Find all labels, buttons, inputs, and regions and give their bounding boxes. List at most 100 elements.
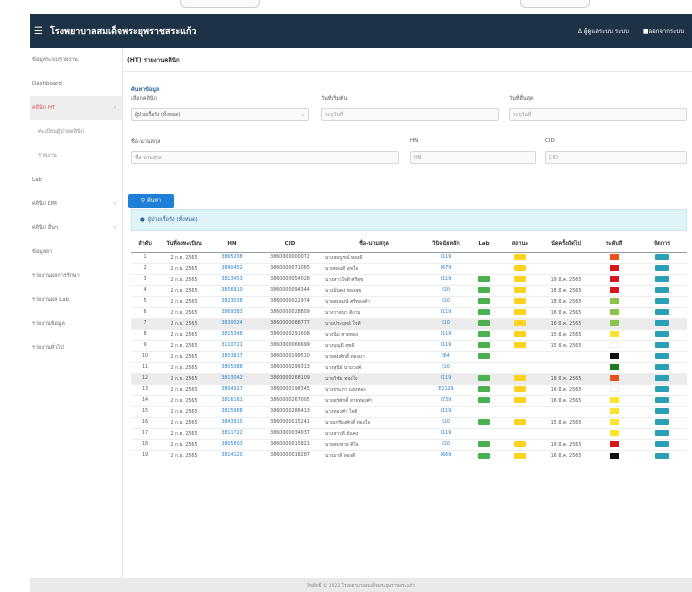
column-header[interactable]: CID bbox=[255, 236, 325, 253]
edit-button[interactable] bbox=[655, 320, 669, 327]
user-menu[interactable]: Δ ผู้ดูแลระบบ ระบบ bbox=[578, 26, 629, 36]
column-header[interactable]: Lab bbox=[469, 236, 499, 253]
edit-button[interactable] bbox=[655, 353, 669, 360]
lab-badge[interactable] bbox=[478, 353, 490, 360]
column-header[interactable]: วันที่ลงทะเบียน bbox=[159, 236, 209, 253]
cell-hn[interactable]: 3815348 bbox=[209, 328, 255, 340]
edit-button[interactable] bbox=[655, 397, 669, 404]
cell-hn[interactable]: 3856910 bbox=[209, 284, 255, 296]
sidebar-item[interactable]: ข้อมูลยา bbox=[30, 240, 122, 264]
edit-button[interactable] bbox=[655, 254, 669, 261]
cell-hn[interactable]: 3814120 bbox=[209, 449, 255, 461]
lab-badge[interactable] bbox=[478, 298, 490, 305]
sidebar-item[interactable]: รายงานทั่วไป bbox=[30, 336, 122, 360]
lab-badge[interactable] bbox=[478, 441, 490, 448]
sidebar-item[interactable]: ทะเบียนผู้ป่วยคลินิก bbox=[30, 120, 122, 144]
cell-hn[interactable]: 3803817 bbox=[209, 350, 255, 362]
cell-hn[interactable]: 3813042 bbox=[209, 372, 255, 384]
edit-button[interactable] bbox=[655, 298, 669, 305]
end-date-input[interactable]: ระบุวันที่ bbox=[509, 108, 687, 121]
table-row[interactable]: 52 ก.ย. 2565 3823038 3860000022974 นายสมพงษ… bbox=[131, 295, 687, 307]
sidebar-item[interactable]: Lab bbox=[30, 168, 122, 192]
table-row[interactable]: 17 2 ก.ย. 2565 3811722 3860000034037 นางสาวด… bbox=[131, 427, 687, 439]
table-row[interactable]: 14 2 ก.ย. 2565 3816161 3860000267005 นายสุรศ… bbox=[131, 394, 687, 406]
cell-hn[interactable]: 3110721 bbox=[209, 339, 255, 351]
search-button[interactable]: ⚲ ค้นหา bbox=[128, 194, 174, 208]
edit-button[interactable] bbox=[655, 430, 669, 437]
edit-button[interactable] bbox=[655, 386, 669, 393]
cell-hn[interactable]: 3823038 bbox=[209, 295, 255, 307]
column-header[interactable]: HN bbox=[209, 236, 255, 253]
cell-hn[interactable]: 3840452 bbox=[209, 262, 255, 274]
edit-button[interactable] bbox=[655, 364, 669, 371]
cid-input[interactable]: CID bbox=[545, 151, 687, 164]
lab-badge[interactable] bbox=[478, 309, 490, 316]
lab-badge[interactable] bbox=[478, 375, 490, 382]
sidebar-item[interactable]: Dashboard bbox=[30, 72, 122, 96]
lab-badge[interactable] bbox=[478, 320, 490, 327]
edit-button[interactable] bbox=[655, 452, 669, 459]
table-row[interactable]: 22 ก.ย. 2565 3840452 3860000071065 นายทองดี… bbox=[131, 262, 687, 274]
table-row[interactable]: 72 ก.ย. 2565 3830024 3860000088777 นายประยุ… bbox=[131, 317, 687, 329]
column-header[interactable]: ชื่อ-นามสกุล bbox=[325, 236, 423, 253]
cell-hn[interactable]: 3811722 bbox=[209, 427, 255, 439]
lab-badge[interactable] bbox=[478, 386, 490, 393]
cell-hn[interactable]: 3865208 bbox=[209, 251, 255, 263]
edit-button[interactable] bbox=[655, 265, 669, 272]
edit-button[interactable] bbox=[655, 309, 669, 316]
menu-toggle-icon[interactable]: ☰ bbox=[34, 26, 43, 37]
column-header[interactable]: สถานะ bbox=[499, 236, 541, 253]
column-header[interactable]: จัดการ bbox=[637, 236, 687, 253]
table-row[interactable]: 15 2 ก.ย. 2565 3815988 3860000286413 นางทองค… bbox=[131, 405, 687, 417]
hn-input[interactable]: HN bbox=[410, 151, 536, 164]
column-header[interactable]: วินิจฉัยหลัก bbox=[423, 236, 469, 253]
table-row[interactable]: 10 2 ก.ย. 2565 3803817 3860000199510 นายสมศั… bbox=[131, 350, 687, 362]
sidebar-item[interactable]: รายงานผลการรักษา bbox=[30, 264, 122, 288]
lab-badge[interactable] bbox=[478, 287, 490, 294]
clinic-select[interactable]: ผู้ป่วยเรื้อรัง (ทั้งหมด) ⌄ bbox=[131, 108, 309, 121]
table-row[interactable]: 42 ก.ย. 2565 3856910 3860000094344 นางมั่นค… bbox=[131, 284, 687, 296]
table-row[interactable]: 11 2 ก.ย. 2565 3805388 3860000299313 นางสุนี… bbox=[131, 361, 687, 373]
sidebar-item[interactable]: รายงาน bbox=[30, 144, 122, 168]
lab-badge[interactable] bbox=[478, 397, 490, 404]
column-header[interactable]: ลำดับ bbox=[131, 236, 159, 253]
lab-badge[interactable] bbox=[478, 342, 490, 349]
edit-button[interactable] bbox=[655, 408, 669, 415]
sidebar-item[interactable]: คลินิก HT ‹ bbox=[30, 96, 122, 120]
cell-hn[interactable]: 3843910 bbox=[209, 416, 255, 428]
sidebar-item[interactable]: รายงานผล Lab bbox=[30, 288, 122, 312]
column-header[interactable]: นัดครั้งถัดไป bbox=[541, 236, 591, 253]
lab-badge[interactable] bbox=[478, 276, 490, 283]
table-row[interactable]: 82 ก.ย. 2565 3815348 3860000291608 นางนิ่ม … bbox=[131, 328, 687, 340]
table-row[interactable]: 12 ก.ย. 2565 3865208 3860000000072 นางสมบูร… bbox=[131, 251, 687, 263]
cell-hn[interactable]: 3816161 bbox=[209, 394, 255, 406]
edit-button[interactable] bbox=[655, 419, 669, 426]
table-row[interactable]: 12 2 ก.ย. 2565 3813042 3860000268109 นายวิชั… bbox=[131, 372, 687, 384]
table-row[interactable]: 92 ก.ย. 2565 3110721 3860000066699 นางบุญมี… bbox=[131, 339, 687, 351]
table-row[interactable]: 62 ก.ย. 2565 3869383 3860000028809 นางวาสนา… bbox=[131, 306, 687, 318]
cell-hn[interactable]: 3813453 bbox=[209, 273, 255, 285]
sidebar-item[interactable]: รายงานข้อมูล bbox=[30, 312, 122, 336]
table-row[interactable]: 13 2 ก.ย. 2565 3804327 3860000198345 นางประภ… bbox=[131, 383, 687, 395]
name-input[interactable]: ชื่อ-นามสกุล bbox=[131, 151, 399, 164]
logout-link[interactable]: ■ออกจากระบบ bbox=[643, 26, 684, 36]
edit-button[interactable] bbox=[655, 375, 669, 382]
column-header[interactable]: ระดับสี bbox=[591, 236, 637, 253]
sidebar-item[interactable]: คลินิก DM ‹ bbox=[30, 192, 122, 216]
edit-button[interactable] bbox=[655, 342, 669, 349]
lab-badge[interactable] bbox=[478, 419, 490, 426]
lab-badge[interactable] bbox=[478, 331, 490, 338]
edit-button[interactable] bbox=[655, 441, 669, 448]
cell-hn[interactable]: 3815988 bbox=[209, 405, 255, 417]
table-row[interactable]: 32 ก.ย. 2565 3813453 3860000054028 นางสาวใจ… bbox=[131, 273, 687, 285]
cell-hn[interactable]: 3804327 bbox=[209, 383, 255, 395]
edit-button[interactable] bbox=[655, 331, 669, 338]
edit-button[interactable] bbox=[655, 276, 669, 283]
sidebar-item[interactable]: ข้อมูลระบบรายงาน bbox=[30, 48, 122, 72]
start-date-input[interactable]: ระบุวันที่ bbox=[321, 108, 499, 121]
cell-hn[interactable]: 3869383 bbox=[209, 306, 255, 318]
edit-button[interactable] bbox=[655, 287, 669, 294]
table-row[interactable]: 19 2 ก.ย. 2565 3814120 3860000018287 นางมาลี… bbox=[131, 449, 687, 461]
lab-badge[interactable] bbox=[478, 452, 490, 459]
cell-hn[interactable]: 3805388 bbox=[209, 361, 255, 373]
